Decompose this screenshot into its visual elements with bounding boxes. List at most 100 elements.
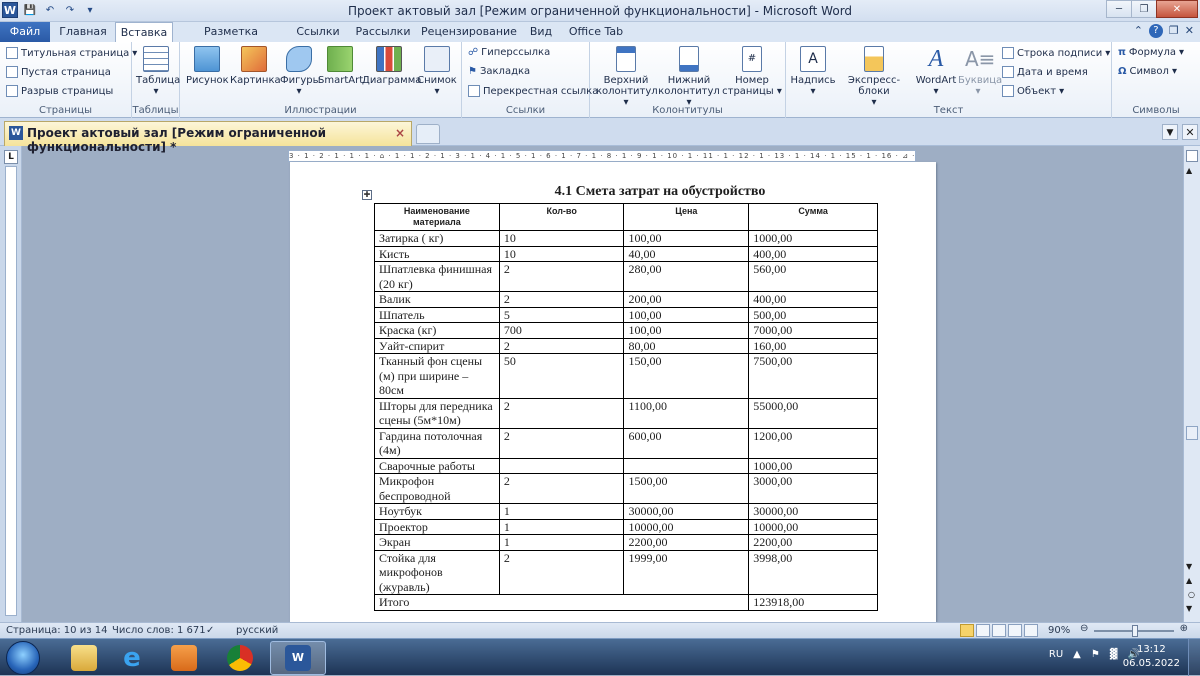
hyperlink-button[interactable]: ☍ Гиперссылка bbox=[468, 47, 550, 58]
clock[interactable]: 13:12 06.05.2022 bbox=[1123, 643, 1180, 671]
table-cell[interactable]: 1200,00 bbox=[748, 427, 878, 459]
media-player-taskbar-button[interactable] bbox=[156, 641, 212, 675]
table-button[interactable]: Таблица ▾ bbox=[136, 46, 180, 97]
document-tab[interactable]: W Проект актовый зал [Режим ограниченной… bbox=[4, 121, 412, 154]
zoom-in-icon[interactable]: ⊕ bbox=[1180, 623, 1188, 634]
print-layout-view-icon[interactable] bbox=[960, 624, 974, 637]
table-cell[interactable]: 200,00 bbox=[623, 291, 750, 308]
table-cell[interactable]: 50 bbox=[498, 353, 625, 399]
symbol-button[interactable]: Ω Символ ▾ bbox=[1118, 66, 1177, 77]
table-cell[interactable]: Затирка ( кг) bbox=[374, 230, 500, 247]
doc-close-icon[interactable]: ✕ bbox=[1185, 24, 1194, 38]
footer-button[interactable]: Нижний колонтитул ▾ bbox=[658, 46, 720, 108]
action-center-icon[interactable]: ⚑ bbox=[1091, 649, 1100, 660]
new-tab-button[interactable] bbox=[416, 124, 440, 144]
signature-line-button[interactable]: Строка подписи ▾ bbox=[1002, 47, 1110, 59]
chrome-taskbar-button[interactable] bbox=[212, 641, 268, 675]
bookmark-button[interactable]: ⚑ Закладка bbox=[468, 66, 530, 77]
equation-button[interactable]: π Формула ▾ bbox=[1118, 47, 1184, 58]
table-cell[interactable]: 600,00 bbox=[623, 427, 750, 459]
table-cell[interactable]: 500,00 bbox=[748, 306, 878, 323]
table-cell[interactable]: 150,00 bbox=[623, 353, 750, 399]
network-icon[interactable]: ▓ bbox=[1110, 649, 1118, 660]
table-cell[interactable]: 40,00 bbox=[623, 245, 750, 262]
title-page-button[interactable]: Титульная страница ▾ bbox=[6, 47, 137, 59]
smartart-button[interactable]: SmartArt bbox=[318, 46, 363, 86]
tab-page-layout[interactable]: Разметка страницы bbox=[176, 22, 286, 57]
show-desktop-button[interactable] bbox=[1188, 639, 1200, 676]
tab-mailings[interactable]: Рассылки bbox=[350, 22, 416, 42]
tab-references[interactable]: Ссылки bbox=[290, 22, 346, 42]
clipart-button[interactable]: Картинка bbox=[230, 46, 281, 86]
table-cell[interactable] bbox=[623, 457, 750, 474]
table-cell[interactable]: 280,00 bbox=[623, 261, 750, 292]
draft-view-icon[interactable] bbox=[1024, 624, 1038, 637]
table-cell[interactable]: 2 bbox=[498, 337, 625, 354]
table-cell[interactable]: Шторы для передника сцены (5м*10м) bbox=[374, 397, 500, 429]
table-cell[interactable]: Шпатель bbox=[374, 306, 500, 323]
tab-office-tab[interactable]: Office Tab bbox=[562, 22, 630, 42]
table-cell[interactable]: Краска (кг) bbox=[374, 322, 500, 339]
table-cell[interactable]: 10 bbox=[498, 230, 625, 247]
table-cell[interactable]: 2 bbox=[498, 397, 625, 429]
table-cell[interactable]: 10 bbox=[498, 245, 625, 262]
table-cell[interactable]: 3998,00 bbox=[748, 549, 878, 595]
table-cell[interactable]: 1999,00 bbox=[623, 549, 750, 595]
table-cell[interactable]: 2 bbox=[498, 291, 625, 308]
close-all-icon[interactable]: ✕ bbox=[1182, 124, 1198, 140]
table-cell[interactable]: Проектор bbox=[374, 518, 500, 535]
picture-button[interactable]: Рисунок bbox=[186, 46, 229, 86]
scroll-up-icon[interactable]: ▲ bbox=[1186, 166, 1192, 175]
next-page-icon[interactable]: ▼ bbox=[1186, 604, 1192, 613]
table-cell[interactable]: 1000,00 bbox=[748, 457, 878, 474]
browse-object-icon[interactable]: ○ bbox=[1188, 590, 1195, 599]
object-button[interactable]: Объект ▾ bbox=[1002, 85, 1064, 97]
table-cell[interactable]: Гардина потолочная (4м) bbox=[374, 427, 500, 459]
table-cell[interactable]: 1 bbox=[498, 503, 625, 520]
table-cell[interactable]: 1000,00 bbox=[748, 230, 878, 247]
dropcap-button[interactable]: A≡ Буквица ▾ bbox=[958, 46, 1002, 97]
table-cell[interactable]: 2200,00 bbox=[623, 534, 750, 551]
wordart-button[interactable]: A WordArt ▾ bbox=[912, 46, 960, 97]
blank-page-button[interactable]: Пустая страница bbox=[6, 66, 111, 78]
tab-file[interactable]: Файл bbox=[0, 22, 50, 42]
table-cell[interactable]: 30000,00 bbox=[748, 503, 878, 520]
scroll-thumb[interactable] bbox=[1186, 426, 1198, 440]
tab-review[interactable]: Рецензирование bbox=[418, 22, 520, 42]
fullscreen-reading-view-icon[interactable] bbox=[976, 624, 990, 637]
tab-selector[interactable]: L bbox=[4, 150, 18, 164]
shapes-button[interactable]: Фигуры ▾ bbox=[280, 46, 321, 97]
table-cell[interactable]: Уайт-спирит bbox=[374, 337, 500, 354]
table-cell[interactable]: Кисть bbox=[374, 245, 500, 262]
table-cell[interactable]: 2 bbox=[498, 549, 625, 595]
table-cell[interactable]: 10000,00 bbox=[748, 518, 878, 535]
page-count-status[interactable]: Страница: 10 из 14 bbox=[6, 625, 107, 636]
table-cell[interactable]: 5 bbox=[498, 306, 625, 323]
table-cell[interactable]: Валик bbox=[374, 291, 500, 308]
table-cell[interactable]: 100,00 bbox=[623, 306, 750, 323]
table-cell[interactable]: 160,00 bbox=[748, 337, 878, 354]
table-cell[interactable]: Шпатлевка финишная (20 кг) bbox=[374, 261, 500, 292]
table-cell[interactable]: 7500,00 bbox=[748, 353, 878, 399]
header-button[interactable]: Верхний колонтитул ▾ bbox=[596, 46, 658, 108]
estimate-table[interactable]: Наименование материала Кол-во Цена Сумма За… bbox=[373, 203, 878, 611]
table-cell[interactable]: 2 bbox=[498, 473, 625, 504]
table-cell[interactable]: 100,00 bbox=[623, 230, 750, 247]
zoom-level[interactable]: 90% bbox=[1048, 625, 1070, 636]
tab-list-icon[interactable]: ▼ bbox=[1162, 124, 1178, 140]
table-cell[interactable]: Ноутбук bbox=[374, 503, 500, 520]
close-button[interactable]: ✕ bbox=[1156, 0, 1198, 18]
table-cell[interactable]: Микрофон беспроводной bbox=[374, 473, 500, 504]
chart-button[interactable]: Диаграмма bbox=[362, 46, 421, 86]
table-cell[interactable]: 1 bbox=[498, 534, 625, 551]
table-cell[interactable]: 1500,00 bbox=[623, 473, 750, 504]
table-cell[interactable] bbox=[498, 457, 625, 474]
quickparts-button[interactable]: Экспресс-блоки ▾ bbox=[836, 46, 912, 108]
window-restore-icon[interactable]: ❐ bbox=[1169, 24, 1179, 38]
table-cell[interactable]: 55000,00 bbox=[748, 397, 878, 429]
table-cell[interactable]: 10000,00 bbox=[623, 518, 750, 535]
outline-view-icon[interactable] bbox=[1008, 624, 1022, 637]
table-cell[interactable]: 1100,00 bbox=[623, 397, 750, 429]
total-value[interactable]: 123918,00 bbox=[748, 594, 878, 611]
maximize-button[interactable]: ❐ bbox=[1131, 0, 1157, 18]
